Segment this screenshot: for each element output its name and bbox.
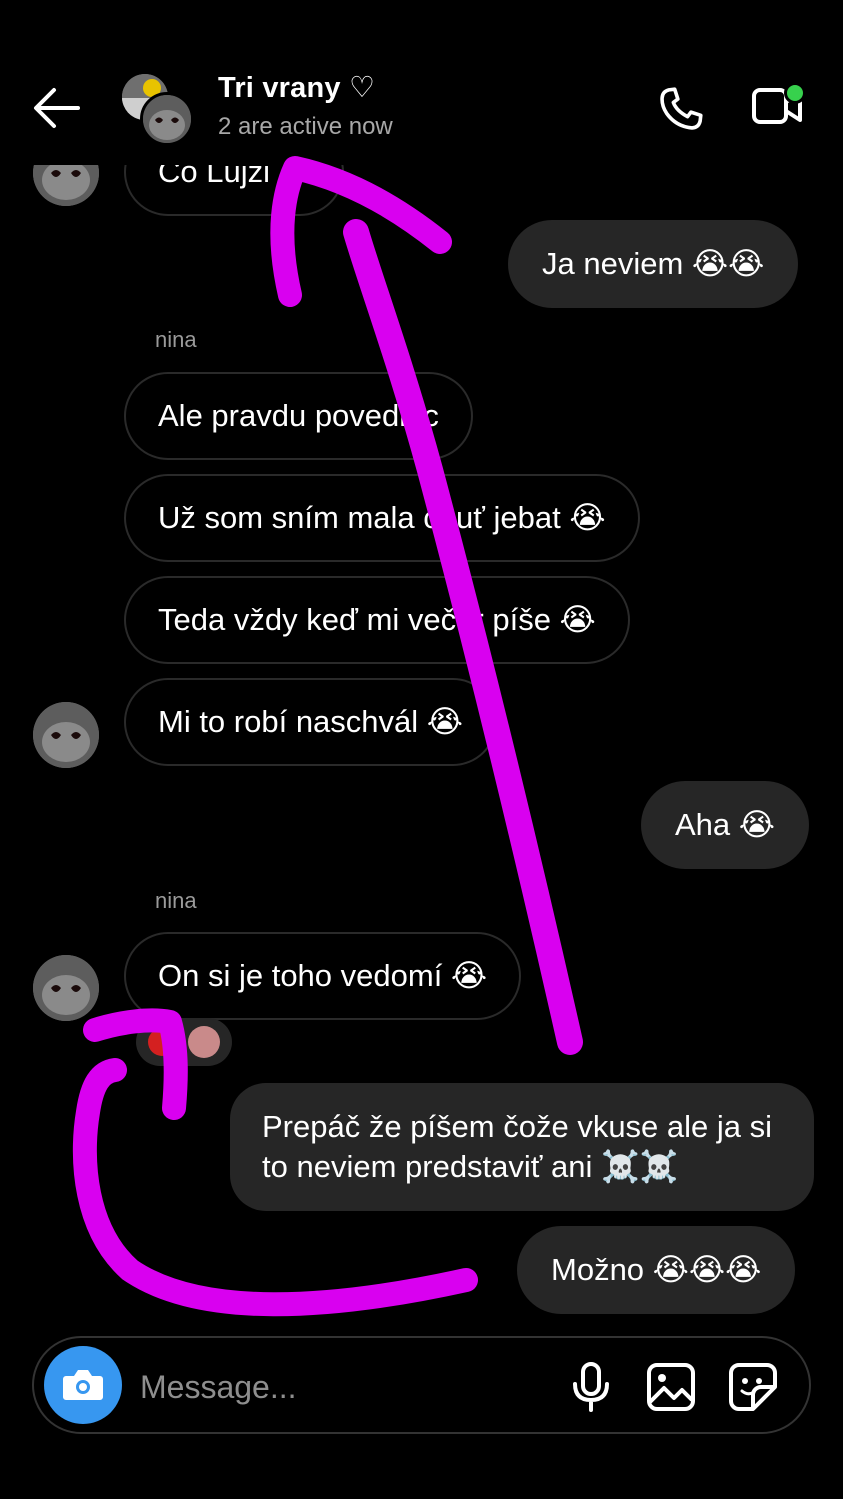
avatar	[140, 92, 194, 146]
active-dot	[784, 82, 806, 104]
outgoing-message[interactable]: Možno 😭😭😭	[517, 1226, 796, 1314]
phone-icon	[660, 87, 703, 130]
active-status: 2 are active now	[218, 113, 393, 140]
incoming-message[interactable]: Ale pravdu povediac	[124, 372, 473, 460]
incoming-message[interactable]: Mi to robí naschvál 😭	[124, 678, 498, 766]
reaction-heart-icon	[148, 1028, 176, 1056]
message-reaction[interactable]	[136, 1018, 232, 1066]
back-arrow-icon	[34, 88, 80, 128]
outgoing-message[interactable]: Aha 😭	[641, 781, 809, 869]
sticker-button[interactable]	[726, 1360, 780, 1414]
incoming-message[interactable]: Teda vždy keď mi večer píše 😭	[124, 576, 630, 664]
sticker-icon	[729, 1363, 777, 1411]
camera-icon	[63, 1370, 103, 1400]
sender-avatar[interactable]	[33, 702, 99, 768]
audio-call-button[interactable]	[654, 82, 708, 136]
outgoing-message[interactable]: Prepáč že píšem čože vkuse ale ja si to …	[230, 1083, 814, 1211]
gallery-button[interactable]	[644, 1360, 698, 1414]
message-input[interactable]	[138, 1362, 522, 1412]
chat-title[interactable]: Tri vrany ♡	[218, 70, 375, 105]
outgoing-message[interactable]: Ja neviem 😭😭	[508, 220, 799, 308]
voice-message-button[interactable]	[566, 1360, 616, 1414]
microphone-icon	[573, 1362, 609, 1412]
group-avatar[interactable]	[120, 72, 194, 146]
sender-name: nina	[155, 888, 197, 913]
camera-button[interactable]	[44, 1346, 122, 1424]
sender-avatar[interactable]	[33, 955, 99, 1021]
chat-header: Tri vrany ♡ 2 are active now	[0, 0, 843, 165]
sender-name: nina	[155, 327, 197, 352]
incoming-message[interactable]: Už som sním mala chuť jebat 😭	[124, 474, 640, 562]
reactor-avatar	[188, 1026, 220, 1058]
gallery-icon	[647, 1363, 695, 1411]
video-call-button[interactable]	[750, 80, 808, 134]
message-composer	[32, 1336, 811, 1434]
back-button[interactable]	[30, 84, 82, 132]
incoming-message[interactable]: On si je toho vedomí 😭	[124, 932, 522, 1020]
